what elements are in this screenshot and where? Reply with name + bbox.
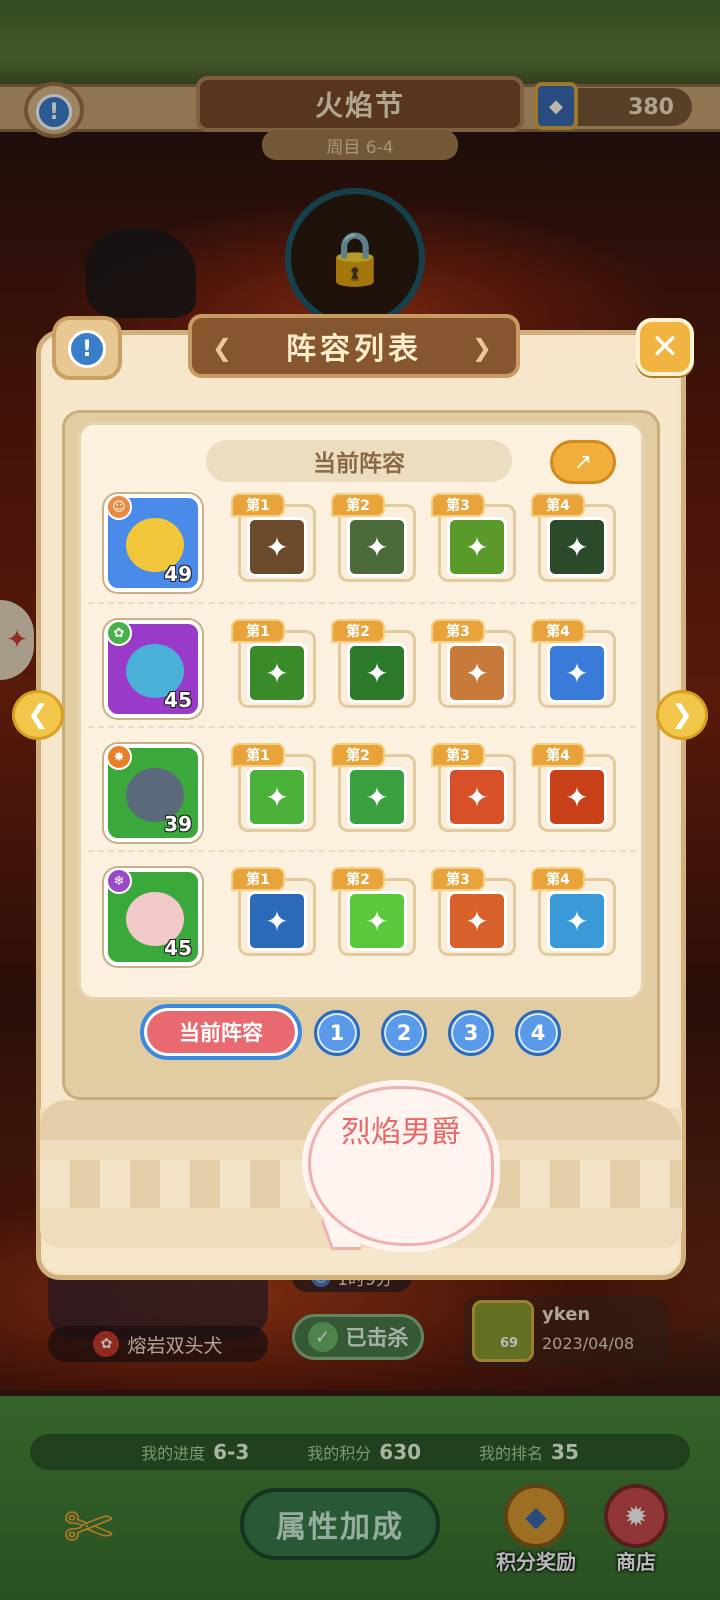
skill-order-tag: 第1 xyxy=(231,619,285,643)
close-icon: ✕ xyxy=(650,327,680,367)
skill-slot[interactable]: ✦ 第3 xyxy=(431,493,516,582)
ornament-right-icon: ❯ xyxy=(471,334,496,362)
modal-title: ❮ 阵容列表 ❯ xyxy=(188,314,520,378)
skill-slot[interactable]: ✦ 第4 xyxy=(531,867,616,956)
pet-level: 49 xyxy=(164,562,192,586)
pet-avatar[interactable]: ✸ 39 xyxy=(104,744,202,842)
tab-lineup-1[interactable]: 1 xyxy=(314,1010,360,1056)
ornament-left-icon: ❮ xyxy=(212,334,237,362)
arrow-left-icon: ❮ xyxy=(27,700,49,730)
skill-slot[interactable]: ✦ 第4 xyxy=(531,619,616,708)
pet-avatar[interactable]: ❄ 45 xyxy=(104,868,202,966)
element-badge-icon: ❄ xyxy=(106,868,132,894)
row-divider xyxy=(88,726,636,728)
skill-order-tag: 第3 xyxy=(431,493,485,517)
element-badge-icon: ☺ xyxy=(106,494,132,520)
tab-lineup-3[interactable]: 3 xyxy=(448,1010,494,1056)
skill-slot[interactable]: ✦ 第3 xyxy=(431,743,516,832)
skill-slot[interactable]: ✦ 第2 xyxy=(331,619,416,708)
skill-slot[interactable]: ✦ 第1 xyxy=(231,493,316,582)
skill-order-tag: 第4 xyxy=(531,867,585,891)
skill-icon: ✦ xyxy=(547,767,607,827)
skill-icon: ✦ xyxy=(347,517,407,577)
skill-order-tag: 第2 xyxy=(331,743,385,767)
skill-order-tag: 第3 xyxy=(431,743,485,767)
tab-lineup-2[interactable]: 2 xyxy=(381,1010,427,1056)
speech-bubble: 烈焰男爵 xyxy=(308,1086,494,1246)
pet-avatar[interactable]: ✿ 45 xyxy=(104,620,202,718)
current-lineup-header: 当前阵容 xyxy=(206,440,512,482)
skill-order-tag: 第4 xyxy=(531,619,585,643)
skill-icon: ✦ xyxy=(347,643,407,703)
skill-slot[interactable]: ✦ 第4 xyxy=(531,493,616,582)
element-badge-icon: ✿ xyxy=(106,620,132,646)
modal-info-button[interactable]: ! xyxy=(52,316,122,380)
pet-level: 39 xyxy=(164,812,192,836)
skill-icon: ✦ xyxy=(547,643,607,703)
skill-slot[interactable]: ✦ 第2 xyxy=(331,867,416,956)
skill-icon: ✦ xyxy=(347,891,407,951)
pet-avatar[interactable]: ☺ 49 xyxy=(104,494,202,592)
lineup-tabs: 当前阵容 1 2 3 4 xyxy=(140,1000,580,1064)
modal-title-text: 阵容列表 xyxy=(286,332,422,367)
skill-icon: ✦ xyxy=(247,643,307,703)
tab-current-lineup[interactable]: 当前阵容 xyxy=(140,1004,302,1060)
arrow-right-icon: ❯ xyxy=(671,700,693,730)
skill-order-tag: 第2 xyxy=(331,619,385,643)
skill-icon: ✦ xyxy=(247,517,307,577)
prev-page-button[interactable]: ❮ xyxy=(12,690,64,740)
skill-slot[interactable]: ✦ 第1 xyxy=(231,619,316,708)
skill-order-tag: 第2 xyxy=(331,493,385,517)
skill-order-tag: 第3 xyxy=(431,619,485,643)
skill-slot[interactable]: ✦ 第3 xyxy=(431,867,516,956)
skill-slot[interactable]: ✦ 第2 xyxy=(331,493,416,582)
skill-order-tag: 第1 xyxy=(231,743,285,767)
next-page-button[interactable]: ❯ xyxy=(656,690,708,740)
row-divider xyxy=(88,850,636,852)
pet-level: 45 xyxy=(164,936,192,960)
skill-icon: ✦ xyxy=(347,767,407,827)
skill-order-tag: 第4 xyxy=(531,743,585,767)
share-icon: ↗ xyxy=(573,449,593,475)
skill-slot[interactable]: ✦ 第4 xyxy=(531,743,616,832)
row-divider xyxy=(88,602,636,604)
skill-icon: ✦ xyxy=(447,767,507,827)
pet-level: 45 xyxy=(164,688,192,712)
skill-order-tag: 第3 xyxy=(431,867,485,891)
skill-order-tag: 第1 xyxy=(231,867,285,891)
skill-icon: ✦ xyxy=(247,767,307,827)
skill-icon: ✦ xyxy=(547,891,607,951)
skill-icon: ✦ xyxy=(447,517,507,577)
skill-slot[interactable]: ✦ 第3 xyxy=(431,619,516,708)
close-button[interactable]: ✕ xyxy=(636,318,694,376)
tab-lineup-4[interactable]: 4 xyxy=(515,1010,561,1056)
skill-icon: ✦ xyxy=(447,643,507,703)
skill-icon: ✦ xyxy=(547,517,607,577)
skill-icon: ✦ xyxy=(247,891,307,951)
skill-slot[interactable]: ✦ 第2 xyxy=(331,743,416,832)
skill-slot[interactable]: ✦ 第1 xyxy=(231,867,316,956)
share-button[interactable]: ↗ xyxy=(550,440,616,484)
info-icon: ! xyxy=(68,330,106,368)
skill-slot[interactable]: ✦ 第1 xyxy=(231,743,316,832)
element-badge-icon: ✸ xyxy=(106,744,132,770)
skill-order-tag: 第1 xyxy=(231,493,285,517)
skill-icon: ✦ xyxy=(447,891,507,951)
skill-order-tag: 第4 xyxy=(531,493,585,517)
skill-order-tag: 第2 xyxy=(331,867,385,891)
